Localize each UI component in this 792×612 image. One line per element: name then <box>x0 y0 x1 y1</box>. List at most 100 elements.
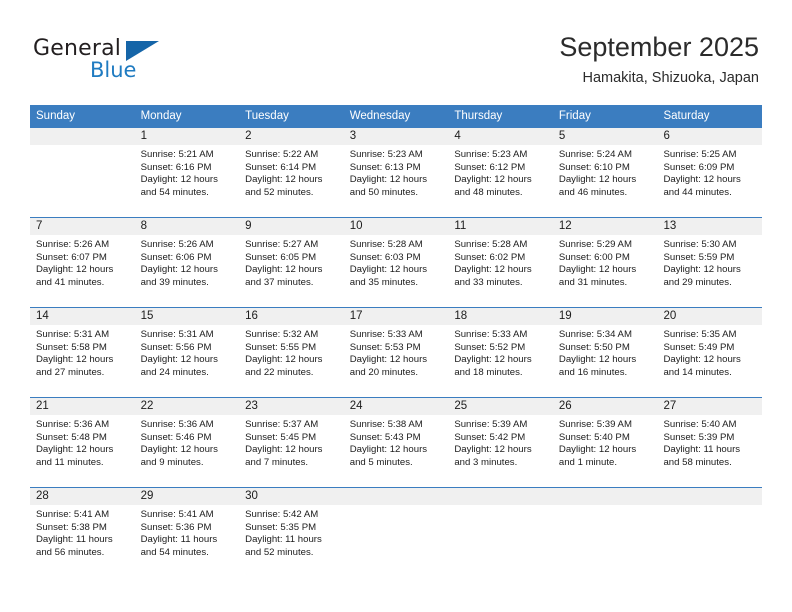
daylight-text-line2: and 54 minutes. <box>140 186 209 198</box>
daylight-text-line2: and 37 minutes. <box>245 276 314 288</box>
day-cell[interactable]: 4 Sunrise: 5:23 AM Sunset: 6:12 PM Dayli… <box>448 128 553 217</box>
sunrise-text: Sunrise: 5:24 AM <box>558 149 632 160</box>
day-cell[interactable]: 21 Sunrise: 5:36 AM Sunset: 5:48 PM Dayl… <box>30 398 135 487</box>
daylight-text-line1: Daylight: 12 hours <box>36 264 114 276</box>
day-cell[interactable]: 28 Sunrise: 5:41 AM Sunset: 5:38 PM Dayl… <box>30 488 135 577</box>
day-number: 23 <box>239 398 344 415</box>
sunrise-text: Sunrise: 5:29 AM <box>558 239 632 250</box>
sunrise-text: Sunrise: 5:42 AM <box>245 509 319 520</box>
day-cell[interactable]: 5 Sunrise: 5:24 AM Sunset: 6:10 PM Dayli… <box>552 128 658 217</box>
day-details: Sunrise: 5:28 AM Sunset: 6:02 PM Dayligh… <box>448 235 553 289</box>
day-cell[interactable] <box>30 128 135 217</box>
sunset-text: Sunset: 5:53 PM <box>349 341 421 353</box>
day-cell[interactable]: 2 Sunrise: 5:22 AM Sunset: 6:14 PM Dayli… <box>239 128 344 217</box>
day-number: 21 <box>30 398 135 415</box>
sunset-text: Sunset: 6:16 PM <box>140 161 212 173</box>
sunset-text: Sunset: 5:55 PM <box>245 341 317 353</box>
day-cell[interactable]: 26 Sunrise: 5:39 AM Sunset: 5:40 PM Dayl… <box>552 398 658 487</box>
daylight-text-line2: and 5 minutes. <box>349 456 413 468</box>
day-number: 22 <box>134 398 240 415</box>
sunset-text: Sunset: 6:14 PM <box>245 161 317 173</box>
daylight-text-line1: Daylight: 12 hours <box>349 174 428 186</box>
day-cell[interactable]: 8 Sunrise: 5:26 AM Sunset: 6:06 PM Dayli… <box>134 218 240 307</box>
day-cell[interactable]: 22 Sunrise: 5:36 AM Sunset: 5:46 PM Dayl… <box>134 398 240 487</box>
sunrise-text: Sunrise: 5:28 AM <box>454 239 528 250</box>
sunset-text: Sunset: 6:07 PM <box>36 251 107 263</box>
sunrise-text: Sunrise: 5:37 AM <box>245 419 319 430</box>
sunset-text: Sunset: 6:05 PM <box>245 251 317 263</box>
week-row: 7 Sunrise: 5:26 AM Sunset: 6:07 PM Dayli… <box>30 217 763 307</box>
sunrise-text: Sunrise: 5:23 AM <box>349 149 423 160</box>
weekday-header-thursday: Thursday <box>454 110 503 122</box>
day-cell[interactable]: 3 Sunrise: 5:23 AM Sunset: 6:13 PM Dayli… <box>343 128 449 217</box>
day-cell[interactable]: 24 Sunrise: 5:38 AM Sunset: 5:43 PM Dayl… <box>343 398 449 487</box>
daylight-text-line1: Daylight: 12 hours <box>349 264 428 276</box>
day-cell[interactable]: 6 Sunrise: 5:25 AM Sunset: 6:09 PM Dayli… <box>657 128 763 217</box>
day-cell[interactable]: 14 Sunrise: 5:31 AM Sunset: 5:58 PM Dayl… <box>30 308 135 397</box>
day-cell[interactable]: 19 Sunrise: 5:34 AM Sunset: 5:50 PM Dayl… <box>552 308 658 397</box>
weekday-header-monday: Monday <box>140 110 182 122</box>
sunset-text: Sunset: 5:42 PM <box>454 431 526 443</box>
day-cell[interactable] <box>448 488 553 577</box>
daylight-text-line1: Daylight: 12 hours <box>349 444 428 456</box>
sunset-text: Sunset: 6:10 PM <box>558 161 630 173</box>
day-cell[interactable]: 27 Sunrise: 5:40 AM Sunset: 5:39 PM Dayl… <box>657 398 763 487</box>
sunset-text: Sunset: 5:56 PM <box>140 341 212 353</box>
sunset-text: Sunset: 6:02 PM <box>454 251 526 263</box>
day-cell[interactable]: 17 Sunrise: 5:33 AM Sunset: 5:53 PM Dayl… <box>343 308 449 397</box>
daylight-text-line1: Daylight: 12 hours <box>663 264 741 276</box>
day-cell[interactable]: 30 Sunrise: 5:42 AM Sunset: 5:35 PM Dayl… <box>239 488 344 577</box>
day-cell[interactable]: 23 Sunrise: 5:37 AM Sunset: 5:45 PM Dayl… <box>239 398 344 487</box>
day-cell[interactable] <box>552 488 658 577</box>
day-cell[interactable]: 29 Sunrise: 5:41 AM Sunset: 5:36 PM Dayl… <box>134 488 240 577</box>
day-details: Sunrise: 5:23 AM Sunset: 6:13 PM Dayligh… <box>344 145 449 199</box>
day-details: Sunrise: 5:31 AM Sunset: 5:56 PM Dayligh… <box>135 325 240 379</box>
day-cell[interactable]: 13 Sunrise: 5:30 AM Sunset: 5:59 PM Dayl… <box>657 218 763 307</box>
day-cell[interactable]: 9 Sunrise: 5:27 AM Sunset: 6:05 PM Dayli… <box>239 218 344 307</box>
day-number: 30 <box>239 488 344 505</box>
sunset-text: Sunset: 6:06 PM <box>140 251 212 263</box>
day-number <box>343 488 449 505</box>
day-details: Sunrise: 5:21 AM Sunset: 6:16 PM Dayligh… <box>135 145 240 199</box>
day-cell[interactable]: 11 Sunrise: 5:28 AM Sunset: 6:02 PM Dayl… <box>448 218 553 307</box>
daylight-text-line2: and 18 minutes. <box>454 366 523 378</box>
day-details: Sunrise: 5:26 AM Sunset: 6:07 PM Dayligh… <box>30 235 135 289</box>
sunrise-text: Sunrise: 5:28 AM <box>349 239 423 250</box>
day-details: Sunrise: 5:29 AM Sunset: 6:00 PM Dayligh… <box>553 235 658 289</box>
sunrise-text: Sunrise: 5:40 AM <box>663 419 737 430</box>
daylight-text-line1: Daylight: 11 hours <box>140 534 218 546</box>
day-cell[interactable]: 18 Sunrise: 5:33 AM Sunset: 5:52 PM Dayl… <box>448 308 553 397</box>
day-cell[interactable] <box>657 488 763 577</box>
day-cell[interactable]: 10 Sunrise: 5:28 AM Sunset: 6:03 PM Dayl… <box>343 218 449 307</box>
sunset-text: Sunset: 5:36 PM <box>140 521 212 533</box>
brand-logo[interactable]: General Blue <box>33 36 253 86</box>
day-cell[interactable]: 20 Sunrise: 5:35 AM Sunset: 5:49 PM Dayl… <box>657 308 763 397</box>
day-number: 29 <box>134 488 240 505</box>
day-cell[interactable] <box>343 488 449 577</box>
day-cell[interactable]: 16 Sunrise: 5:32 AM Sunset: 5:55 PM Dayl… <box>239 308 344 397</box>
day-number: 17 <box>343 308 449 325</box>
daylight-text-line2: and 27 minutes. <box>36 366 105 378</box>
daylight-text-line2: and 3 minutes. <box>454 456 518 468</box>
day-cell[interactable]: 7 Sunrise: 5:26 AM Sunset: 6:07 PM Dayli… <box>30 218 135 307</box>
day-number: 5 <box>552 128 658 145</box>
day-number: 24 <box>343 398 449 415</box>
sunset-text: Sunset: 5:50 PM <box>558 341 630 353</box>
daylight-text-line1: Daylight: 12 hours <box>140 264 218 276</box>
day-number: 26 <box>552 398 658 415</box>
sunset-text: Sunset: 6:12 PM <box>454 161 526 173</box>
day-details: Sunrise: 5:28 AM Sunset: 6:03 PM Dayligh… <box>344 235 449 289</box>
day-details: Sunrise: 5:24 AM Sunset: 6:10 PM Dayligh… <box>553 145 658 199</box>
day-cell[interactable]: 1 Sunrise: 5:21 AM Sunset: 6:16 PM Dayli… <box>134 128 240 217</box>
day-cell[interactable]: 25 Sunrise: 5:39 AM Sunset: 5:42 PM Dayl… <box>448 398 553 487</box>
week-row: 14 Sunrise: 5:31 AM Sunset: 5:58 PM Dayl… <box>30 307 763 397</box>
sunset-text: Sunset: 5:43 PM <box>349 431 421 443</box>
daylight-text-line2: and 1 minute. <box>558 456 618 468</box>
day-number: 11 <box>448 218 553 235</box>
day-number: 6 <box>657 128 763 145</box>
day-cell[interactable]: 12 Sunrise: 5:29 AM Sunset: 6:00 PM Dayl… <box>552 218 658 307</box>
day-details: Sunrise: 5:36 AM Sunset: 5:48 PM Dayligh… <box>30 415 135 469</box>
day-details <box>448 505 553 509</box>
day-cell[interactable]: 15 Sunrise: 5:31 AM Sunset: 5:56 PM Dayl… <box>134 308 240 397</box>
daylight-text-line2: and 7 minutes. <box>245 456 309 468</box>
